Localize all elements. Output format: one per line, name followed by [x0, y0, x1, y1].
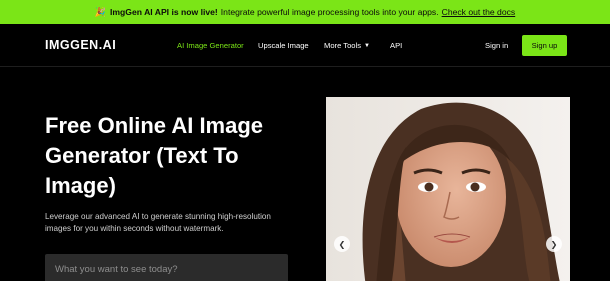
- signup-button[interactable]: Sign up: [522, 35, 567, 56]
- top-navigation: IMGGEN.AI AI Image Generator Upscale Ima…: [0, 24, 610, 67]
- banner-docs-link[interactable]: Check out the docs: [442, 7, 516, 17]
- nav-link-api[interactable]: API: [390, 41, 402, 50]
- hero-subtitle: Leverage our advanced AI to generate stu…: [45, 212, 271, 233]
- chevron-down-icon: ▼: [364, 43, 370, 49]
- banner-text: Integrate powerful image processing tool…: [220, 7, 439, 17]
- nav-link-more-tools[interactable]: More Tools ▼: [324, 41, 370, 50]
- banner-headline: ImgGen AI API is now live!: [110, 7, 218, 17]
- more-tools-label: More Tools: [324, 41, 362, 50]
- announcement-banner: 🎉 ImgGen AI API is now live! Integrate p…: [0, 0, 610, 24]
- carousel-prev-button[interactable]: ❮: [334, 236, 350, 252]
- logo[interactable]: IMGGEN.AI: [45, 38, 116, 52]
- party-popper-icon: 🎉: [94, 6, 107, 17]
- hero-title: Free Online AI Image Generator (Text To …: [45, 113, 264, 198]
- nav-link-ai-image-generator[interactable]: AI Image Generator: [177, 41, 244, 50]
- nav-link-upscale-image[interactable]: Upscale Image: [258, 41, 309, 50]
- carousel-image: [326, 97, 570, 281]
- prompt-input[interactable]: [45, 254, 288, 281]
- chevron-left-icon: ❮: [338, 239, 346, 249]
- signin-link[interactable]: Sign in: [485, 41, 508, 50]
- portrait-image: [326, 97, 570, 281]
- chevron-right-icon: ❯: [550, 239, 558, 249]
- carousel-next-button[interactable]: ❯: [546, 236, 562, 252]
